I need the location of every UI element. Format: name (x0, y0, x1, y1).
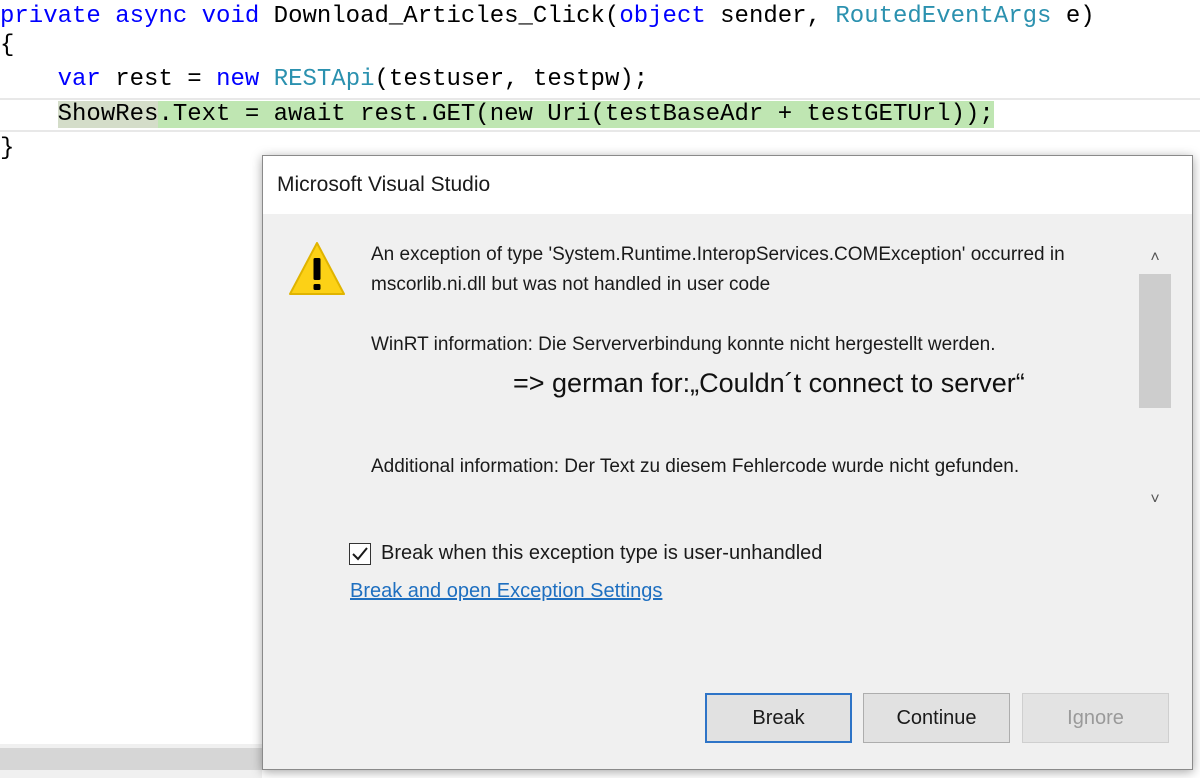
keyword-void: void (201, 3, 260, 30)
scroll-down-icon[interactable]: ˅ (1139, 484, 1171, 516)
scroll-up-icon[interactable]: ˄ (1139, 242, 1171, 274)
var-assignment: rest = (115, 66, 202, 93)
method-name: Download_Articles_Click( (273, 3, 620, 30)
ignore-button[interactable]: Ignore (1022, 693, 1169, 743)
keyword-async: async (115, 3, 188, 30)
editor-horizontal-scrollbar-thumb[interactable] (0, 748, 262, 770)
break-on-unhandled-label[interactable]: Break when this exception type is user-u… (381, 542, 822, 565)
continue-button[interactable]: Continue (863, 693, 1010, 743)
code-line-3[interactable]: var rest = new RESTApi(testuser, testpw)… (0, 63, 1200, 97)
winrt-information: WinRT information: Die Serververbindung … (371, 334, 996, 355)
type-restapi: RESTApi (273, 66, 375, 93)
warning-icon (289, 242, 345, 295)
code-line-4-current-statement[interactable]: ShowRes.Text = await rest.GET(new Uri(te… (0, 98, 1200, 132)
keyword-new: new (216, 66, 260, 93)
dialog-title: Microsoft Visual Studio (277, 173, 491, 196)
exception-message: An exception of type 'System.Runtime.Int… (371, 244, 1065, 295)
break-on-unhandled-option[interactable]: Break when this exception type is user-u… (349, 540, 949, 570)
exception-dialog: Microsoft Visual Studio An exception of … (262, 155, 1193, 770)
param-sender: sender, (720, 3, 821, 30)
code-line-2[interactable]: { (0, 29, 1200, 63)
showres-identifier: ShowRes (57, 101, 159, 128)
current-statement-highlight: .Text = await rest.GET(new Uri(testBaseA… (158, 101, 994, 128)
break-button[interactable]: Break (705, 693, 852, 743)
checkmark-icon (351, 546, 368, 560)
exception-message-area[interactable]: An exception of type 'System.Runtime.Int… (371, 240, 1133, 516)
exception-settings-link[interactable]: Break and open Exception Settings (350, 580, 662, 603)
break-on-unhandled-checkbox[interactable] (349, 543, 371, 565)
type-routed-event-args: RoutedEventArgs (835, 3, 1052, 30)
translation-annotation: => german for:„Couldn´t connect to serve… (513, 368, 1025, 398)
keyword-private: private (0, 3, 101, 30)
dialog-titlebar[interactable]: Microsoft Visual Studio (263, 156, 1192, 214)
additional-information: Additional information: Der Text zu dies… (371, 456, 1020, 477)
message-vertical-scrollbar[interactable]: ˄ ˅ (1139, 240, 1171, 516)
keyword-var: var (57, 66, 101, 93)
scrollbar-thumb[interactable] (1139, 274, 1171, 408)
constructor-args: (testuser, testpw); (374, 66, 649, 93)
param-e: e) (1065, 3, 1095, 30)
keyword-object: object (619, 3, 706, 30)
